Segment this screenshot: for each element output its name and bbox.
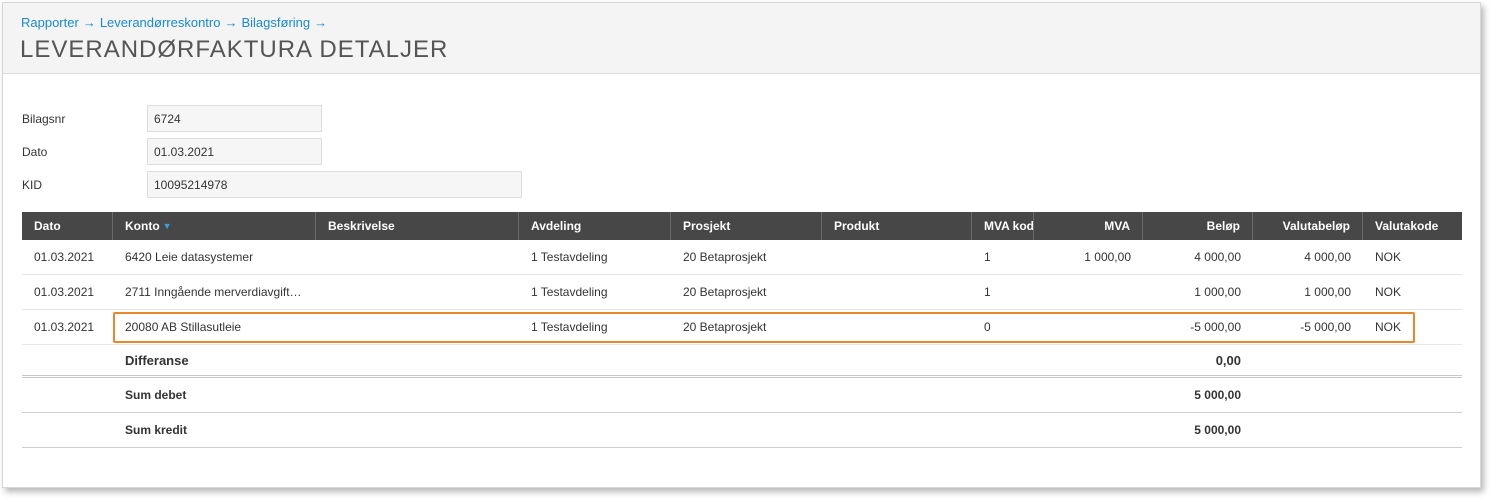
breadcrumb-rapporter[interactable]: Rapporter (21, 15, 79, 30)
cell-mva-kode: 1 (984, 285, 991, 299)
cell-avdeling: 1 Testavdeling (531, 250, 608, 264)
table-row[interactable]: 01.03.2021 2711 Inngående merverdiavgift… (22, 275, 1462, 310)
dato-label: Dato (22, 145, 48, 159)
breadcrumb-bilagsforing[interactable]: Bilagsføring (241, 15, 310, 30)
column-header-valutakode[interactable]: Valutakode (1363, 212, 1462, 240)
differanse-value: 0,00 (1215, 353, 1241, 368)
column-header-label: Prosjekt (683, 219, 731, 233)
column-header-produkt[interactable]: Produkt (822, 212, 972, 240)
cell-beskrivelse (316, 275, 519, 310)
column-header-mva-kode[interactable]: MVA kod (972, 212, 1034, 240)
column-header-label: Beskrivelse (328, 219, 395, 233)
sum-kredit-value: 5 000,00 (1194, 423, 1241, 437)
column-header-label: MVA (1104, 219, 1130, 233)
cell-mva (1034, 310, 1143, 345)
sum-debet-label: Sum debet (125, 388, 187, 402)
cell-belop: 1 000,00 (1194, 285, 1241, 299)
sum-debet-value: 5 000,00 (1194, 388, 1241, 402)
voucher-lines-table: Dato Konto ▼ Beskrivelse Avdeling Prosjek… (22, 212, 1462, 448)
column-header-label: Konto (125, 219, 160, 233)
column-header-valutabelop[interactable]: Valutabeløp (1253, 212, 1363, 240)
cell-valutabelop: -5 000,00 (1300, 320, 1351, 334)
breadcrumb-arrow-icon: → (224, 15, 238, 30)
cell-konto: 2711 Inngående merverdiavgift… (125, 285, 302, 299)
breadcrumb: Rapporter → Leverandørreskontro → Bilagsføri… (21, 15, 331, 30)
cell-konto: 20080 AB Stillasutleie (125, 320, 242, 334)
column-header-label: Produkt (834, 219, 880, 233)
cell-avdeling: 1 Testavdeling (531, 285, 608, 299)
table-row[interactable]: 01.03.2021 6420 Leie datasystemer 1 Test… (22, 240, 1462, 275)
breadcrumb-leverandorreskontro[interactable]: Leverandørreskontro (100, 15, 221, 30)
cell-mva-kode: 0 (984, 320, 991, 334)
cell-produkt (822, 275, 972, 310)
cell-valutakode: NOK (1375, 320, 1402, 334)
cell-valutabelop: 4 000,00 (1304, 250, 1351, 264)
column-header-label: Avdeling (531, 219, 582, 233)
column-header-prosjekt[interactable]: Prosjekt (671, 212, 822, 240)
cell-prosjekt: 20 Betaprosjekt (683, 285, 767, 299)
cell-belop: 4 000,00 (1194, 250, 1241, 264)
cell-beskrivelse (316, 310, 519, 345)
table-header: Dato Konto ▼ Beskrivelse Avdeling Prosjek… (22, 212, 1462, 240)
page-title: LEVERANDØRFAKTURA DETALJER (20, 36, 449, 63)
cell-avdeling: 1 Testavdeling (531, 320, 608, 334)
column-header-mva[interactable]: MVA (1034, 212, 1143, 240)
column-header-label: Dato (34, 219, 61, 233)
column-header-dato[interactable]: Dato (22, 212, 113, 240)
differanse-label: Differanse (125, 353, 189, 368)
breadcrumb-arrow-icon: → (314, 15, 328, 30)
cell-konto: 6420 Leie datasystemer (125, 250, 254, 264)
differanse-row: Differanse 0,00 (22, 345, 1462, 378)
cell-belop: -5 000,00 (1190, 320, 1241, 334)
column-header-label: Beløp (1206, 219, 1240, 233)
bilagsnr-field[interactable]: 6724 (147, 105, 322, 132)
cell-valutakode: NOK (1375, 250, 1402, 264)
dato-field[interactable]: 01.03.2021 (147, 138, 322, 165)
column-header-konto[interactable]: Konto ▼ (113, 212, 316, 240)
column-header-label: Valutabeløp (1282, 219, 1350, 233)
cell-prosjekt: 20 Betaprosjekt (683, 250, 767, 264)
cell-dato: 01.03.2021 (34, 250, 95, 264)
sum-kredit-label: Sum kredit (125, 423, 188, 437)
report-panel: Rapporter → Leverandørreskontro → Bilagsføri… (2, 2, 1481, 488)
kid-field[interactable]: 10095214978 (147, 171, 522, 198)
cell-prosjekt: 20 Betaprosjekt (683, 320, 767, 334)
column-header-belop[interactable]: Beløp (1143, 212, 1253, 240)
column-header-avdeling[interactable]: Avdeling (519, 212, 671, 240)
sort-desc-icon: ▼ (162, 221, 172, 231)
column-header-label: Valutakode (1375, 219, 1439, 233)
cell-mva (1034, 275, 1143, 310)
cell-dato: 01.03.2021 (34, 320, 95, 334)
sum-debet-row: Sum debet 5 000,00 (22, 378, 1462, 413)
table-row-highlighted[interactable]: 01.03.2021 20080 AB Stillasutleie 1 Test… (22, 310, 1462, 345)
cell-produkt (822, 240, 972, 275)
sum-kredit-row: Sum kredit 5 000,00 (22, 413, 1462, 448)
cell-mva: 1 000,00 (1084, 250, 1131, 264)
cell-beskrivelse (316, 240, 519, 275)
bilagsnr-label: Bilagsnr (22, 112, 66, 126)
page-header: Rapporter → Leverandørreskontro → Bilagsføri… (3, 3, 1480, 74)
column-header-beskrivelse[interactable]: Beskrivelse (316, 212, 519, 240)
column-header-label: MVA kod (984, 219, 1034, 233)
cell-mva-kode: 1 (984, 250, 991, 264)
cell-valutabelop: 1 000,00 (1304, 285, 1351, 299)
cell-produkt (822, 310, 972, 345)
cell-dato: 01.03.2021 (34, 285, 95, 299)
kid-label: KID (22, 178, 43, 192)
cell-valutakode: NOK (1375, 285, 1402, 299)
breadcrumb-arrow-icon: → (82, 15, 96, 30)
